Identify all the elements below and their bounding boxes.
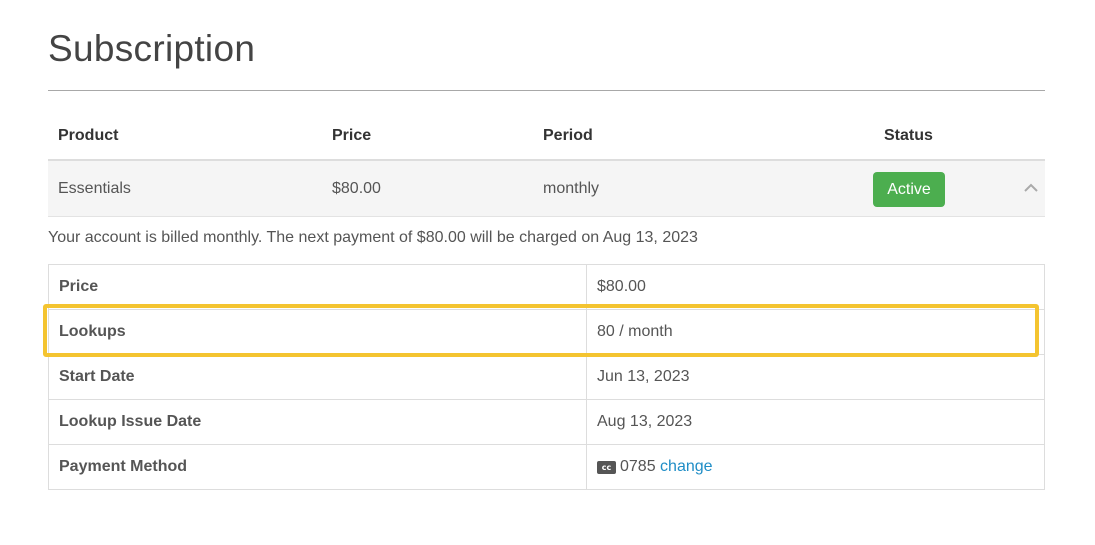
- header-period: Period: [543, 126, 593, 144]
- billing-note: Your account is billed monthly. The next…: [48, 229, 698, 246]
- details-row-start-date: Start Date Jun 13, 2023: [48, 354, 1045, 400]
- lookups-value: 80 / month: [586, 309, 1045, 355]
- header-status: Status: [884, 126, 933, 144]
- details-row-price: Price $80.00: [48, 264, 1045, 310]
- chevron-up-icon[interactable]: [1022, 179, 1040, 197]
- details-row-lookups: Lookups 80 / month: [48, 309, 1045, 355]
- lookups-label: Lookups: [48, 309, 587, 355]
- subscription-table-header: Product Price Period Status: [48, 112, 1045, 161]
- change-payment-link[interactable]: change: [660, 458, 713, 475]
- header-price: Price: [332, 126, 372, 144]
- lookup-issue-date-value: Aug 13, 2023: [586, 399, 1045, 445]
- subscription-details-table: Price $80.00 Lookups 80 / month Start Da…: [48, 264, 1045, 490]
- details-row-lookup-issue-date: Lookup Issue Date Aug 13, 2023: [48, 399, 1045, 445]
- card-last4: 0785: [620, 458, 656, 475]
- subscription-product: Essentials: [58, 179, 131, 197]
- subscription-price: $80.00: [332, 179, 381, 197]
- lookup-issue-date-label: Lookup Issue Date: [48, 399, 587, 445]
- page-title: Subscription: [48, 28, 256, 69]
- price-value: $80.00: [586, 264, 1045, 310]
- start-date-value: Jun 13, 2023: [586, 354, 1045, 400]
- credit-card-icon: cc: [597, 461, 616, 474]
- subscription-table: Product Price Period Status Essentials $…: [48, 112, 1045, 217]
- header-product: Product: [58, 126, 119, 144]
- subscription-period: monthly: [543, 179, 600, 197]
- subscription-row[interactable]: Essentials $80.00 monthly Active: [48, 161, 1045, 217]
- payment-method-label: Payment Method: [48, 444, 587, 490]
- price-label: Price: [48, 264, 587, 310]
- details-row-payment-method: Payment Method cc 0785 change: [48, 444, 1045, 490]
- start-date-label: Start Date: [48, 354, 587, 400]
- payment-method-value: cc 0785 change: [586, 444, 1045, 490]
- title-divider: [48, 90, 1045, 91]
- status-badge: Active: [873, 172, 945, 207]
